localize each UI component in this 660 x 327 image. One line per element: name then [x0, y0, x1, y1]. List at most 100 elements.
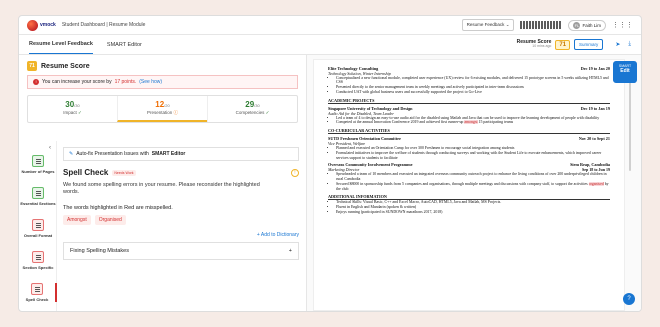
collapse-icon[interactable]: ‹ [49, 145, 51, 151]
entry-right: Dec 19 to Jan 20 [580, 65, 610, 71]
alert-points: 17 points. [114, 79, 137, 85]
resume-bullet-list: Spearheaded a team of 10 members and exe… [328, 172, 610, 192]
sidebar-item-spell-check[interactable]: Spell Check [19, 283, 57, 302]
section-title: Spell Check [63, 168, 109, 177]
presentation-score: 12 [155, 100, 165, 109]
help-icon[interactable]: ? [623, 293, 635, 305]
sidebar-item-label: Number of Pages [21, 169, 55, 174]
brand-logo[interactable]: vmock [27, 19, 56, 31]
resume-bullet: Conceptualized a new functional module, … [336, 76, 610, 86]
sidebar-item-section-specific[interactable]: Section Specific [19, 251, 57, 270]
document-alert-icon [32, 251, 44, 263]
sidebar-item-number-of-pages[interactable]: Number of Pages [19, 155, 57, 174]
document-icon [32, 155, 44, 167]
apps-grid-icon[interactable]: ⋮⋮⋮ [612, 21, 633, 29]
competencies-max: /30 [254, 103, 260, 108]
resume-bullet: Competed at the annual Innovation Confer… [336, 120, 610, 125]
autofix-banner[interactable]: ✎ Auto-fix Presentation Issues with SMAR… [63, 147, 299, 161]
highlight-note: The words highlighted in Red are misspel… [63, 204, 173, 211]
send-icon[interactable]: ➤ [615, 41, 620, 48]
avatar: FL [573, 21, 581, 29]
section-sidenav: ‹ Number of Pages Essential Sections Ove… [19, 141, 57, 311]
summary-button[interactable]: Summary [574, 39, 604, 50]
user-name: Faith Lim [582, 22, 601, 28]
sidebar-item-label: Section Specific [22, 265, 54, 270]
smart-edit-button[interactable]: SMART Edit [613, 61, 637, 83]
check-circle-icon: ✓ [78, 110, 82, 115]
resume-bullet: Spearheaded a team of 10 members and exe… [336, 172, 610, 182]
breadcrumb: Student Dashboard | Resume Module [61, 22, 146, 28]
resume-bullet-list: Conceptualized a new functional module, … [328, 76, 610, 96]
document-icon [32, 187, 44, 199]
smart-edit-label: Edit [620, 68, 630, 75]
resume-bullet: Formulated initiatives to improve the we… [336, 151, 610, 161]
document-alert-icon [31, 283, 43, 295]
resume-bullet-list: Technical Skills: Visual Basic, C++ and … [328, 200, 610, 215]
download-icon[interactable]: ⤓ [628, 41, 631, 48]
tab-resume-level-feedback[interactable]: Resume Level Feedback [29, 35, 93, 54]
resume-bullet-list: Planned and executed an Orientation Camp… [328, 146, 610, 161]
lightbulb-icon[interactable]: ! [291, 168, 299, 177]
impact-score: 30 [65, 100, 75, 109]
resume-section-heading: ACADEMIC PROJECTS [328, 98, 610, 104]
sidebar-item-label: Essential Sections [20, 201, 56, 206]
document-alert-icon [32, 219, 44, 231]
sidebar-item-essential-sections[interactable]: Essential Sections [19, 187, 57, 206]
impact-max: /30 [74, 103, 80, 108]
category-presentation[interactable]: 12/20 Presentation ⓘ [117, 96, 207, 122]
misspelled-word-chip[interactable]: Amongst [63, 214, 91, 225]
sidebar-item-overall-format[interactable]: Overall Format [19, 219, 57, 238]
misspelled-word-chip[interactable]: Organised [94, 214, 126, 225]
resume-preview-panel: Elite Technology Consulting Dec 19 to Jan… [307, 55, 641, 311]
category-competencies[interactable]: 29/30 Competencies ✓ [207, 96, 297, 122]
spellcheck-content: ✎ Auto-fix Presentation Issues with SMAR… [63, 147, 299, 260]
resume-bullet-list: Led a team of 4 to design an easy-to-use… [328, 116, 610, 126]
panel-title: Resume Score [41, 62, 90, 70]
resume-bullet: Secured $8000 in sponsorship funds from … [336, 181, 610, 192]
fixing-spelling-accordion[interactable]: Fixing Spelling Mistakes + [63, 241, 299, 260]
competencies-score: 29 [245, 100, 255, 109]
resume-score-time: 10 mins ago [532, 44, 552, 49]
autofix-link: SMART Editor [151, 151, 186, 157]
misspelled-highlight[interactable]: amongst [464, 120, 478, 125]
sidebar-item-label: Spell Check [25, 297, 49, 302]
section-description: We found some spelling errors in your re… [63, 182, 260, 196]
alert-text: You can increase your score by [42, 79, 112, 85]
resume-feedback-label: Resume Feedback [466, 22, 505, 27]
resume-score-value: 71 [555, 39, 571, 50]
score-badge: 71 [27, 61, 37, 71]
competencies-label: Competencies [235, 110, 265, 115]
presentation-label: Presentation [146, 110, 173, 115]
resume-bullet: Conducted UAT with global business users… [336, 90, 610, 95]
vmock-logo-icon [27, 19, 38, 31]
status-badge: Needs Work [112, 169, 136, 176]
brand-name: vmock [40, 22, 56, 28]
score-categories: 30/30 Impact ✓ 12/20 Presentation ⓘ 29/3… [27, 95, 298, 123]
misspelled-highlight[interactable]: organised [588, 181, 604, 186]
tab-bar: Resume Level Feedback SMART Editor Resum… [19, 35, 641, 55]
sidebar-item-label: Overall Format [23, 233, 53, 238]
category-impact[interactable]: 30/30 Impact ✓ [28, 96, 117, 122]
app-window: vmock Student Dashboard | Resume Module … [18, 15, 642, 312]
top-bar: vmock Student Dashboard | Resume Module … [19, 16, 641, 35]
see-how-link[interactable]: (See how) [139, 79, 162, 85]
plus-icon: + [288, 247, 292, 254]
entry-right: Dec 19 to Jan 19 [580, 105, 610, 111]
score-alert: ! You can increase your score by 17 poin… [27, 75, 298, 89]
entry-right: Nov 20 to Sept 21 [578, 135, 610, 141]
wand-icon: ✎ [69, 151, 74, 157]
tab-smart-editor[interactable]: SMART Editor [107, 36, 142, 54]
resume-document: Elite Technology Consulting Dec 19 to Jan… [313, 59, 625, 311]
chevron-down-icon: ⌄ [505, 22, 510, 27]
impact-label: Impact [63, 110, 77, 115]
resume-feedback-dropdown[interactable]: Resume Feedback ⌄ [461, 19, 515, 31]
entry-left: Audio Aid for the Disabled, Team Leader [328, 110, 394, 116]
resume-score-box: Resume Score 10 mins ago 71 Summary ➤ ⤓ [517, 39, 631, 50]
misspelled-words: Amongst Organised [63, 214, 299, 225]
check-circle-icon: ✓ [265, 110, 270, 115]
entry-left: Technology Solution, Winter Internship [328, 70, 391, 76]
presentation-max: /20 [164, 103, 170, 108]
resume-section-heading: CO-CURRICULAR ACTIVITIES [328, 128, 610, 135]
user-menu[interactable]: FL Faith Lim [568, 19, 606, 31]
add-to-dictionary-link[interactable]: + Add to Dictionary [63, 232, 299, 238]
